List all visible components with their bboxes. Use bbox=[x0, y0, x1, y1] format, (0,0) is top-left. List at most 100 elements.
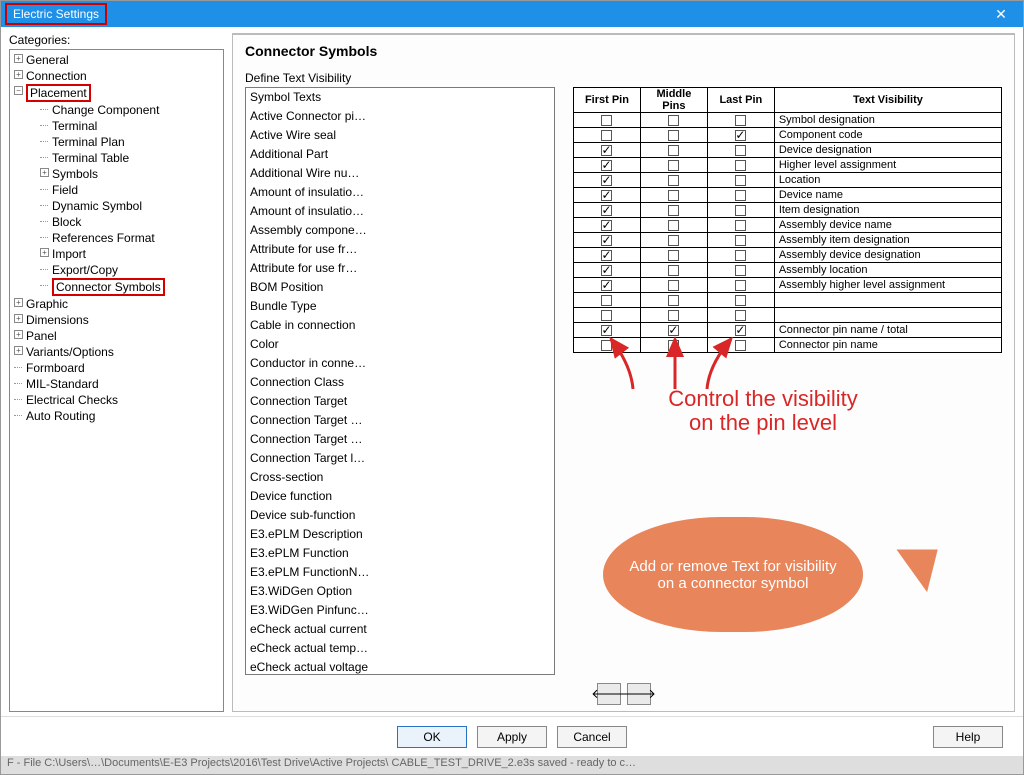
list-item[interactable]: Connection Class bbox=[246, 373, 554, 392]
tree-variants[interactable]: +Variants/Options bbox=[14, 344, 221, 360]
expand-icon[interactable]: + bbox=[14, 54, 23, 63]
list-item[interactable]: Connection Target bbox=[246, 392, 554, 411]
move-left-button[interactable]: 🡐 bbox=[597, 683, 621, 705]
list-item[interactable]: Additional Wire nu… bbox=[246, 164, 554, 183]
expand-icon[interactable]: + bbox=[14, 70, 23, 79]
checkbox[interactable] bbox=[735, 160, 746, 171]
cancel-button[interactable]: Cancel bbox=[557, 726, 627, 748]
tree-block[interactable]: Block bbox=[40, 214, 221, 230]
list-item[interactable]: Symbol Texts bbox=[246, 88, 554, 107]
checkbox[interactable] bbox=[601, 115, 612, 126]
checkbox[interactable] bbox=[601, 130, 612, 141]
checkbox[interactable] bbox=[601, 325, 612, 336]
tree-graphic[interactable]: +Graphic bbox=[14, 296, 221, 312]
tree-dimensions[interactable]: +Dimensions bbox=[14, 312, 221, 328]
tree-import[interactable]: +Import bbox=[40, 246, 221, 262]
ok-button[interactable]: OK bbox=[397, 726, 467, 748]
tree-connector-symbols[interactable]: Connector Symbols bbox=[40, 278, 221, 296]
checkbox[interactable] bbox=[735, 325, 746, 336]
list-item[interactable]: Cable in connection bbox=[246, 316, 554, 335]
checkbox[interactable] bbox=[601, 205, 612, 216]
checkbox[interactable] bbox=[601, 295, 612, 306]
list-item[interactable]: Amount of insulatio… bbox=[246, 183, 554, 202]
checkbox[interactable] bbox=[601, 310, 612, 321]
expand-icon[interactable]: + bbox=[40, 248, 49, 257]
list-item[interactable]: Device function bbox=[246, 487, 554, 506]
tree-auto-routing[interactable]: Auto Routing bbox=[14, 408, 221, 424]
list-item[interactable]: Connection Target … bbox=[246, 430, 554, 449]
list-item[interactable]: Cross-section bbox=[246, 468, 554, 487]
checkbox[interactable] bbox=[668, 145, 679, 156]
list-item[interactable]: Color bbox=[246, 335, 554, 354]
list-item[interactable]: Conductor in conne… bbox=[246, 354, 554, 373]
list-item[interactable]: Bundle Type bbox=[246, 297, 554, 316]
expand-icon[interactable]: + bbox=[14, 314, 23, 323]
list-item[interactable]: Device sub-function bbox=[246, 506, 554, 525]
expand-icon[interactable]: + bbox=[40, 168, 49, 177]
checkbox[interactable] bbox=[668, 280, 679, 291]
tree-export-copy[interactable]: Export/Copy bbox=[40, 262, 221, 278]
checkbox[interactable] bbox=[668, 235, 679, 246]
checkbox[interactable] bbox=[601, 160, 612, 171]
help-button[interactable]: Help bbox=[933, 726, 1003, 748]
checkbox[interactable] bbox=[668, 160, 679, 171]
apply-button[interactable]: Apply bbox=[477, 726, 547, 748]
checkbox[interactable] bbox=[601, 175, 612, 186]
checkbox[interactable] bbox=[601, 265, 612, 276]
checkbox[interactable] bbox=[735, 175, 746, 186]
checkbox[interactable] bbox=[735, 220, 746, 231]
list-item[interactable]: eCheck actual voltage bbox=[246, 658, 554, 675]
list-item[interactable]: BOM Position bbox=[246, 278, 554, 297]
checkbox[interactable] bbox=[601, 280, 612, 291]
checkbox[interactable] bbox=[668, 190, 679, 201]
list-item[interactable]: eCheck actual current bbox=[246, 620, 554, 639]
list-item[interactable]: E3.WiDGen Pinfunc… bbox=[246, 601, 554, 620]
tree-symbols[interactable]: +Symbols bbox=[40, 166, 221, 182]
expand-icon[interactable]: + bbox=[14, 298, 23, 307]
tree-general[interactable]: +General bbox=[14, 52, 221, 68]
tree-terminal-table[interactable]: Terminal Table bbox=[40, 150, 221, 166]
checkbox[interactable] bbox=[668, 265, 679, 276]
checkbox[interactable] bbox=[601, 235, 612, 246]
list-item[interactable]: Assembly compone… bbox=[246, 221, 554, 240]
checkbox[interactable] bbox=[735, 295, 746, 306]
tree-field[interactable]: Field bbox=[40, 182, 221, 198]
checkbox[interactable] bbox=[601, 220, 612, 231]
list-item[interactable]: Active Connector pi… bbox=[246, 107, 554, 126]
list-item[interactable]: E3.ePLM FunctionN… bbox=[246, 563, 554, 582]
checkbox[interactable] bbox=[735, 130, 746, 141]
checkbox[interactable] bbox=[601, 190, 612, 201]
list-item[interactable]: Attribute for use fr… bbox=[246, 240, 554, 259]
list-item[interactable]: E3.ePLM Description bbox=[246, 525, 554, 544]
checkbox[interactable] bbox=[735, 235, 746, 246]
list-item[interactable]: Attribute for use fr… bbox=[246, 259, 554, 278]
list-item[interactable]: Connection Target … bbox=[246, 411, 554, 430]
expand-icon[interactable]: + bbox=[14, 346, 23, 355]
tree-references-format[interactable]: References Format bbox=[40, 230, 221, 246]
list-item[interactable]: E3.ePLM Function bbox=[246, 544, 554, 563]
checkbox[interactable] bbox=[735, 310, 746, 321]
tree-terminal-plan[interactable]: Terminal Plan bbox=[40, 134, 221, 150]
move-right-button[interactable]: 🡒 bbox=[627, 683, 651, 705]
checkbox[interactable] bbox=[668, 310, 679, 321]
list-item[interactable]: eCheck actual temp… bbox=[246, 639, 554, 658]
expand-icon[interactable]: + bbox=[14, 330, 23, 339]
checkbox[interactable] bbox=[668, 175, 679, 186]
tree-connection[interactable]: +Connection bbox=[14, 68, 221, 84]
checkbox[interactable] bbox=[735, 205, 746, 216]
tree-terminal[interactable]: Terminal bbox=[40, 118, 221, 134]
list-item[interactable]: Active Wire seal bbox=[246, 126, 554, 145]
checkbox[interactable] bbox=[668, 205, 679, 216]
tree-dynamic-symbol[interactable]: Dynamic Symbol bbox=[40, 198, 221, 214]
close-button[interactable]: ✕ bbox=[979, 1, 1023, 27]
checkbox[interactable] bbox=[601, 250, 612, 261]
checkbox[interactable] bbox=[735, 145, 746, 156]
checkbox[interactable] bbox=[735, 280, 746, 291]
checkbox[interactable] bbox=[668, 325, 679, 336]
list-item[interactable]: Connection Target l… bbox=[246, 449, 554, 468]
checkbox[interactable] bbox=[735, 265, 746, 276]
tree-panel[interactable]: +Panel bbox=[14, 328, 221, 344]
checkbox[interactable] bbox=[735, 115, 746, 126]
list-item[interactable]: Additional Part bbox=[246, 145, 554, 164]
checkbox[interactable] bbox=[668, 115, 679, 126]
